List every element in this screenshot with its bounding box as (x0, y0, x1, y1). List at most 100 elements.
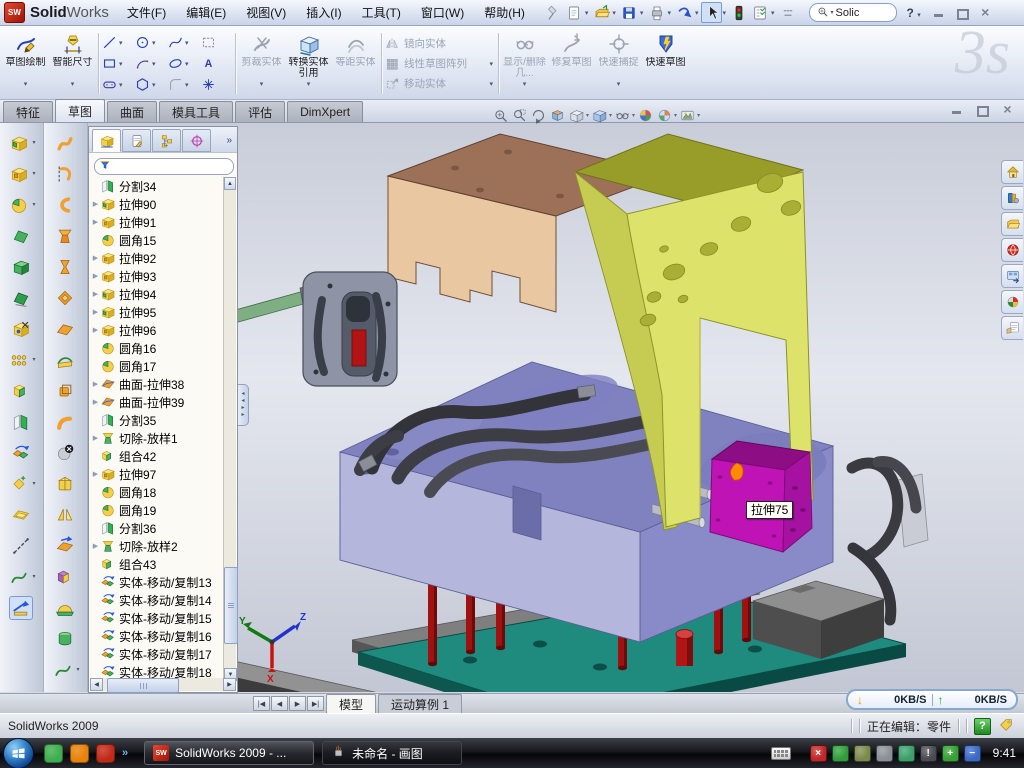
tree-item[interactable]: ▶切除-放样2 (91, 537, 223, 555)
tree-item[interactable]: ▶曲面-拉伸38 (91, 375, 223, 393)
document-close-button[interactable]: × (1001, 104, 1014, 115)
command-tab-1[interactable]: 特征 (3, 101, 53, 122)
ribbon-move-entities-button[interactable]: 移动实体▾ (384, 74, 496, 93)
document-minimize-button[interactable] (951, 104, 964, 115)
ribbon-rapid-sketch-button[interactable]: 快速草图 (642, 28, 689, 99)
select-button[interactable] (701, 2, 722, 23)
view-palette-tab[interactable] (1001, 264, 1023, 288)
tree-item[interactable]: ▶拉伸97 (91, 465, 223, 483)
ribbon-linear-pattern-sm-button[interactable]: 线性草图阵列▾ (384, 54, 496, 73)
custom-properties-tab[interactable] (1001, 316, 1023, 340)
tree-item[interactable]: ▶拉伸95 (91, 303, 223, 321)
tree-item[interactable]: 实体-移动/复制14 (91, 591, 223, 609)
sketch-slot-button[interactable]: ▾ (101, 74, 134, 95)
menu-item[interactable]: 工具(T) (352, 0, 411, 26)
expand-arrow-icon[interactable]: ▶ (91, 272, 100, 280)
menu-item[interactable]: 文件(F) (117, 0, 176, 26)
system-warning-tray-icon[interactable]: ! (920, 745, 937, 762)
spline-curve-button[interactable] (51, 658, 75, 682)
design-library-tab[interactable] (1001, 186, 1023, 210)
expand-arrow-icon[interactable]: ▶ (91, 470, 100, 478)
solidworks-resources-tab[interactable] (1001, 160, 1023, 184)
tree-item[interactable]: 实体-移动/复制16 (91, 627, 223, 645)
tree-horizontal-scrollbar[interactable]: ◀ ▶ (90, 678, 236, 691)
flex-button[interactable] (53, 193, 77, 217)
ribbon-quick-snaps-button[interactable]: 快速捕捉▾ (595, 28, 642, 99)
freeform-button[interactable] (53, 627, 77, 651)
menu-item[interactable]: 视图(V) (236, 0, 296, 26)
quicklaunch-overflow-chevron[interactable]: » (122, 747, 128, 759)
intersect-button[interactable] (53, 565, 77, 589)
dropdown-icon[interactable]: ▾ (24, 80, 28, 89)
dropdown-icon[interactable]: ▾ (307, 80, 311, 89)
sketch-spline-button[interactable]: ▾ (167, 32, 200, 53)
move-face-button[interactable] (53, 534, 77, 558)
help-button[interactable]: ? ▾ (907, 6, 921, 20)
tree-item[interactable]: 圆角15 (91, 231, 223, 249)
scroll-thumb[interactable] (224, 567, 238, 644)
save-dropdown-icon[interactable]: ▾ (640, 9, 644, 17)
expand-arrow-icon[interactable]: ▶ (91, 326, 100, 334)
ribbon-offset-entities-button[interactable]: 等距实体 (332, 28, 379, 99)
tree-item[interactable]: 分割36 (91, 519, 223, 537)
tags-icon[interactable] (998, 717, 1014, 736)
split-bodies-button[interactable] (9, 410, 33, 434)
tree-item[interactable]: ▶拉伸96 (91, 321, 223, 339)
sketch-arc-button[interactable]: ▾ (134, 53, 167, 74)
tree-item[interactable]: ▶拉伸92 (91, 249, 223, 267)
dimxpertmanager-tab[interactable] (182, 129, 211, 152)
planar-surface-button[interactable] (53, 317, 77, 341)
tab-nav-last-button[interactable]: ▶| (307, 696, 324, 711)
sketch-line-button[interactable]: ▾ (101, 32, 134, 53)
network-speed-widget[interactable]: ↓ 0KB/S ↑ 0KB/S (846, 689, 1018, 710)
reference-axis-button[interactable] (9, 534, 33, 558)
tree-item[interactable]: ▶拉伸94 (91, 285, 223, 303)
view-orientation-button[interactable]: ▾ (568, 106, 589, 124)
fillet-dropdown-icon[interactable]: ▾ (32, 201, 35, 208)
restore-button[interactable] (956, 7, 969, 18)
apply-scene-button[interactable]: ▾ (656, 106, 677, 124)
expand-arrow-icon[interactable]: ▶ (91, 308, 100, 316)
move-copy-bodies-button[interactable] (9, 441, 33, 465)
swept-cut-button[interactable] (9, 286, 33, 310)
hole-wizard-button[interactable] (9, 317, 33, 341)
bend-button[interactable] (53, 410, 77, 434)
toolbar-overflow-button[interactable] (778, 2, 799, 23)
linear-pattern-button[interactable] (7, 348, 31, 372)
revolved-surface-button[interactable] (53, 162, 77, 186)
fillet-button[interactable] (7, 193, 31, 217)
tree-vertical-scrollbar[interactable]: ▲ ▼ (223, 177, 236, 681)
tree-item[interactable]: 组合43 (91, 555, 223, 573)
extruded-cut-button[interactable] (7, 162, 31, 186)
expand-arrow-icon[interactable]: ▶ (91, 380, 100, 388)
start-button[interactable] (3, 738, 34, 768)
document-tab-1[interactable]: 模型 (326, 694, 376, 713)
expand-arrow-icon[interactable]: ▶ (91, 398, 100, 406)
save-button[interactable] (619, 2, 640, 23)
options-button[interactable] (750, 2, 771, 23)
tree-item[interactable]: 实体-移动/复制15 (91, 609, 223, 627)
tree-item[interactable]: 分割34 (91, 177, 223, 195)
command-tab-5[interactable]: 评估 (235, 101, 285, 122)
tab-nav-previous-button[interactable]: ◀ (271, 696, 288, 711)
ribbon-trim-button[interactable]: 剪裁实体▾ (238, 28, 285, 99)
menu-item[interactable]: 编辑(E) (176, 0, 236, 26)
zoom-fit-button[interactable] (492, 106, 509, 124)
pin-button[interactable] (543, 2, 564, 23)
part-extrude75-selected[interactable] (710, 441, 812, 552)
sketch-ellipse-button[interactable]: ▾ (167, 53, 200, 74)
ribbon-repair-sketch-button[interactable]: 修复草图 (548, 28, 595, 99)
sketch-sketch-fillet-button[interactable]: ▾ (167, 74, 200, 95)
security-suite-quicklaunch-icon[interactable] (70, 744, 89, 763)
hide-show-items-button[interactable]: ▾ (614, 106, 635, 124)
sketch-circle-button[interactable]: ▾ (134, 32, 167, 53)
solidworks-search-tab[interactable] (1001, 238, 1023, 262)
reference-point-dropdown-icon[interactable]: ▾ (32, 480, 35, 487)
sketch-rectangle-button[interactable]: ▾ (101, 53, 134, 74)
close-button[interactable]: × (979, 7, 992, 18)
ribbon-convert-entities-button[interactable]: 转换实体引用▾ (285, 28, 332, 99)
dome-button[interactable] (53, 596, 77, 620)
tree-item[interactable]: ▶曲面-拉伸39 (91, 393, 223, 411)
undo-dropdown-icon[interactable]: ▾ (695, 9, 699, 17)
search-input[interactable]: ▾ Solic (809, 3, 897, 22)
